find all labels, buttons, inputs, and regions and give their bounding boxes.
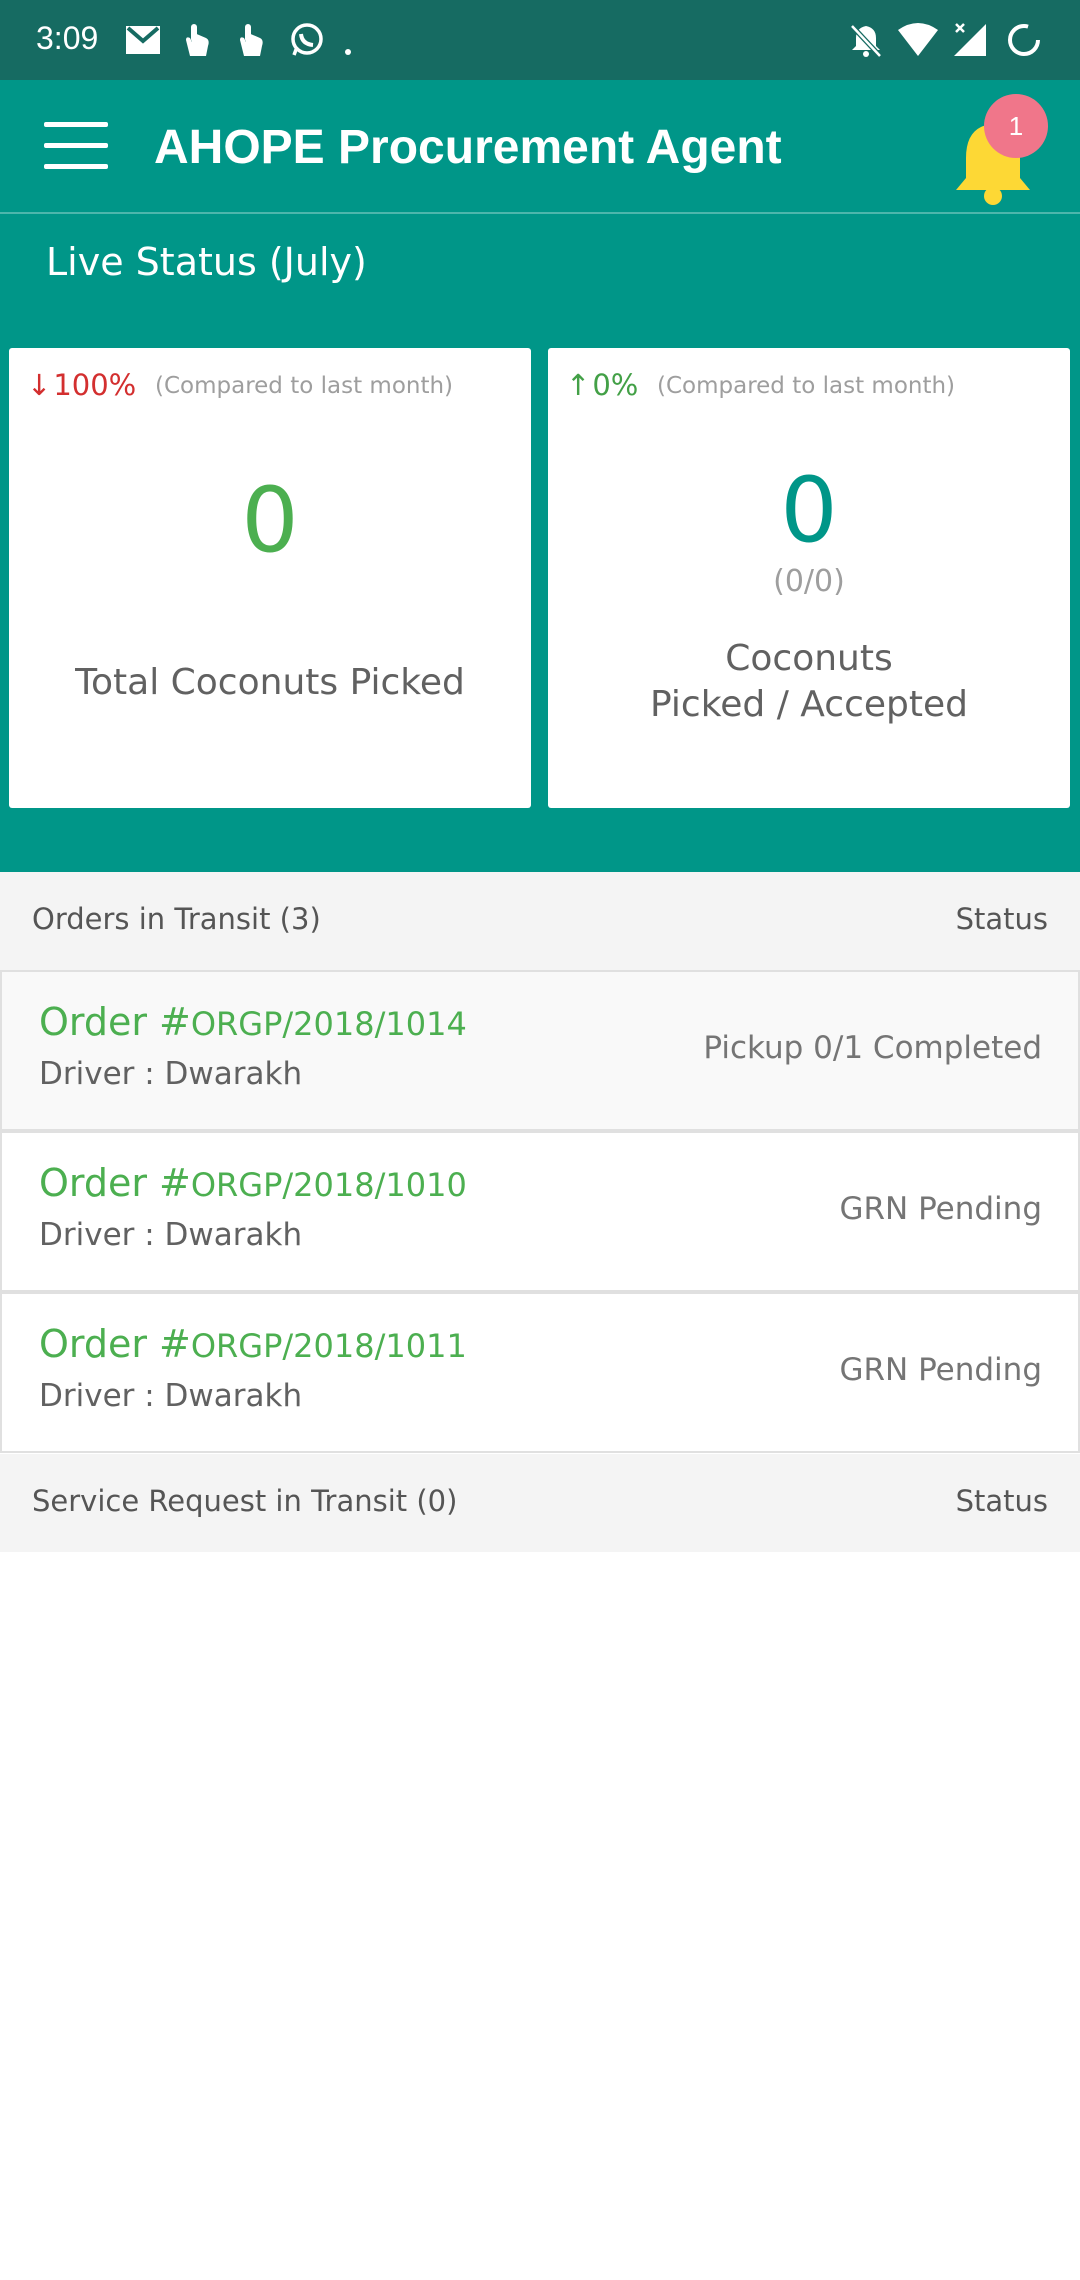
order-title: Order #ORGP/2018/1014 (39, 1000, 467, 1044)
status-time: 3:09 (36, 20, 99, 56)
notification-badge: 1 (984, 94, 1048, 158)
order-status: GRN Pending (839, 1191, 1042, 1227)
order-driver: Driver : Dwarakh (39, 1217, 303, 1253)
compare-text: (Compared to last month) (155, 373, 454, 399)
compare-text: (Compared to last month) (657, 373, 956, 399)
app-title: AHOPE Procurement Agent (154, 121, 782, 174)
order-driver: Driver : Dwarakh (39, 1378, 303, 1414)
order-title: Order #ORGP/2018/1010 (39, 1161, 467, 1205)
menu-icon (44, 122, 108, 127)
order-hash: # (159, 1322, 191, 1366)
order-id: ORGP/2018/1014 (190, 1005, 467, 1043)
orders-section-header: Orders in Transit (3) Status (0, 872, 1080, 970)
order-id: ORGP/2018/1010 (190, 1166, 467, 1204)
picked-accepted-fraction: (0/0) (773, 564, 845, 599)
notifications-off-icon (850, 24, 882, 58)
order-status: Pickup 0/1 Completed (703, 1030, 1042, 1066)
menu-icon-bar (44, 143, 108, 148)
touch-icon (240, 24, 263, 56)
order-row[interactable]: Order #ORGP/2018/1010 Driver : Dwarakh GR… (0, 1131, 1080, 1292)
order-hash: # (159, 1161, 191, 1205)
total-coconuts-label: Total Coconuts Picked (75, 662, 465, 703)
trend-value: 0% (592, 368, 639, 402)
status-column-header: Status (955, 902, 1048, 936)
label-line-1: Coconuts (725, 638, 893, 679)
menu-button[interactable] (40, 118, 112, 174)
status-bar: 3:09 (0, 0, 1080, 80)
trend-value: 100% (53, 368, 137, 402)
order-title: Order #ORGP/2018/1011 (39, 1322, 467, 1366)
order-status: GRN Pending (839, 1352, 1042, 1388)
picked-accepted-card[interactable]: ↑0% (Compared to last month) 0 (0/0) Coc… (548, 348, 1070, 808)
signal-icon (954, 23, 986, 56)
order-word: Order (39, 1000, 147, 1044)
live-status-title: Live Status (July) (46, 240, 367, 284)
trend-indicator: ↓100% (27, 368, 136, 402)
whatsapp-icon (291, 23, 323, 56)
arrow-down-icon: ↓ (27, 368, 52, 402)
live-status-section: Live Status (July) ↓100% (Compared to la… (0, 214, 1080, 872)
battery-icon (1008, 24, 1040, 56)
trend-indicator: ↑0% (566, 368, 638, 402)
total-coconuts-card[interactable]: ↓100% (Compared to last month) 0 Total C… (9, 348, 531, 808)
order-driver: Driver : Dwarakh (39, 1056, 303, 1092)
order-id: ORGP/2018/1011 (190, 1327, 467, 1365)
total-coconuts-value: 0 (241, 468, 299, 573)
label-line-2: Picked / Accepted (650, 684, 968, 725)
service-section-title: Service Request in Transit (0) (32, 1484, 458, 1518)
gmail-icon (126, 26, 160, 54)
order-hash: # (159, 1000, 191, 1044)
menu-icon-bar (44, 164, 108, 169)
status-column-header: Status (955, 1484, 1048, 1518)
orders-section-title: Orders in Transit (3) (32, 902, 321, 936)
wifi-icon (898, 23, 938, 56)
order-row[interactable]: Order #ORGP/2018/1011 Driver : Dwarakh GR… (0, 1292, 1080, 1453)
order-word: Order (39, 1161, 147, 1205)
service-section-header: Service Request in Transit (0) Status (0, 1454, 1080, 1552)
app-bar: AHOPE Procurement Agent 1 (0, 80, 1080, 212)
order-word: Order (39, 1322, 147, 1366)
picked-accepted-label: Coconuts Picked / Accepted (548, 636, 1070, 728)
touch-icon (186, 24, 209, 56)
dot-icon (345, 49, 351, 55)
arrow-up-icon: ↑ (566, 368, 591, 402)
picked-accepted-value: 0 (780, 458, 838, 563)
order-row[interactable]: Order #ORGP/2018/1014 Driver : Dwarakh Pi… (0, 970, 1080, 1131)
